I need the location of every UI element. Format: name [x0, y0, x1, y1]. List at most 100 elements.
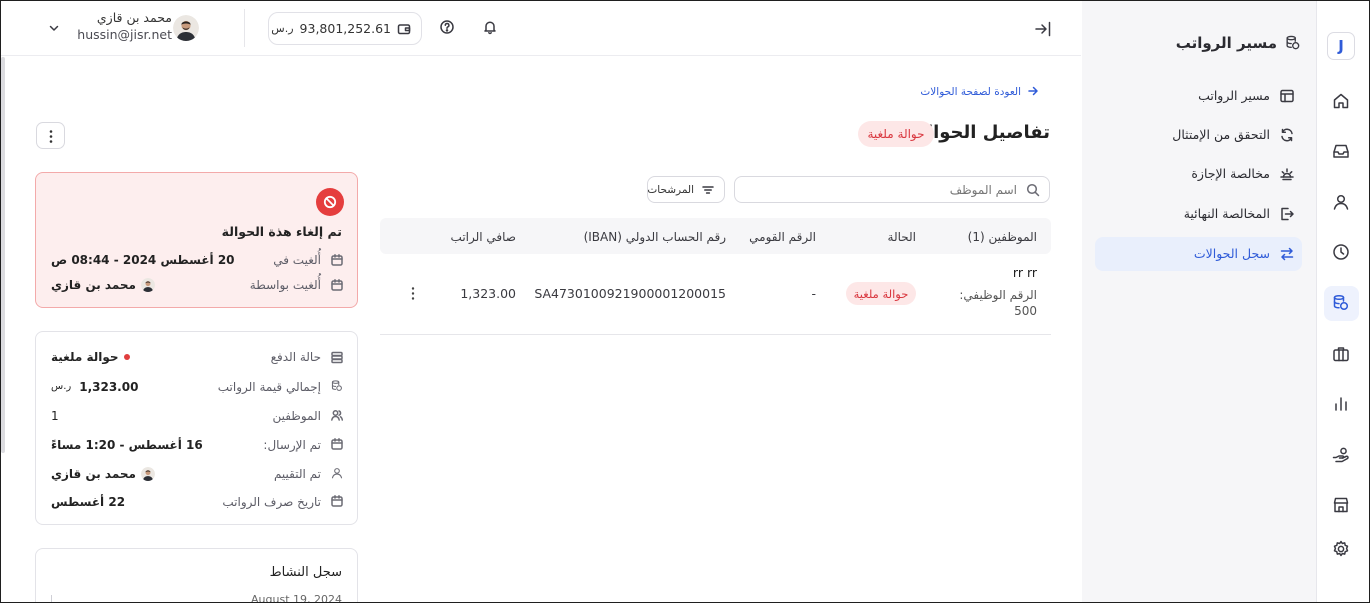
column-header-status[interactable]: الحالة [888, 229, 916, 245]
balance-currency: ر.س [271, 22, 294, 35]
collapse-sidebar-button[interactable] [1032, 18, 1054, 40]
payment-status-value: حوالة ملغية [51, 349, 130, 365]
cancelled-by-user[interactable]: محمد بن قازي [51, 277, 155, 293]
rail-inbox-button[interactable] [1330, 140, 1352, 162]
wallet-icon [397, 23, 411, 34]
app-logo[interactable]: J [1327, 32, 1355, 60]
page-title: تفاصيل الحوالة [915, 122, 1050, 143]
activity-log-card: سجل النشاط August 19, 2024 [35, 548, 358, 603]
rail-jobs-button[interactable] [1330, 343, 1352, 365]
evaluated-by-label: تم التقييم [273, 467, 321, 481]
cancelled-indicator [316, 188, 344, 216]
rail-time-button[interactable] [1330, 241, 1352, 263]
arrow-right-icon [1028, 86, 1038, 96]
avatar [140, 278, 155, 292]
hand-coins-icon [1332, 447, 1349, 463]
user-icon [331, 468, 343, 479]
employee-id-value: 500 [1014, 304, 1037, 318]
payout-date-label: تاريخ صرف الرواتب [222, 495, 321, 509]
filters-label: المرشحات [647, 184, 694, 196]
more-actions-button[interactable] [36, 122, 65, 149]
sidebar-item-label: مخالصة الإجازة [1191, 166, 1270, 181]
search-box [734, 176, 1050, 203]
row-actions-button[interactable] [406, 285, 420, 303]
user-menu-toggle[interactable] [47, 21, 63, 37]
sidebar-item-compliance[interactable]: التحقق من الإمتثال [1095, 118, 1302, 152]
refresh-icon [1281, 128, 1293, 142]
total-amount: 1,323.00 [79, 380, 139, 394]
timeline-line [51, 595, 52, 603]
help-button[interactable] [439, 19, 457, 37]
header-divider [244, 9, 245, 47]
payment-status-label: حالة الدفع [270, 350, 321, 364]
inbox-icon [1333, 144, 1349, 158]
avatar [140, 467, 155, 481]
app-window: J مسير الرواتب مسير الرواتب التحقق من ال… [0, 0, 1370, 603]
users-icon [331, 410, 344, 421]
home-icon [1333, 93, 1349, 109]
payment-status-text: حوالة ملغية [51, 350, 119, 364]
payroll-icon [331, 380, 342, 391]
calendar-icon [331, 438, 343, 450]
sidebar-item-payroll-run[interactable]: مسير الرواتب [1095, 79, 1302, 113]
employee-name[interactable]: rr rr [1013, 265, 1037, 281]
payroll-icon [1286, 35, 1300, 50]
sidebar-item-leave-settlement[interactable]: مخالصة الإجازة [1095, 157, 1302, 191]
rail-company-button[interactable] [1330, 494, 1352, 516]
status-dot [123, 354, 130, 360]
employees-count-value: 1 [51, 409, 59, 423]
sidebar-item-label: المخالصة النهائية [1183, 206, 1270, 221]
rail-payroll-button[interactable] [1330, 292, 1352, 314]
kebab-icon [49, 130, 53, 143]
row-status-badge: حوالة ملغية [846, 282, 916, 305]
rail-reports-button[interactable] [1330, 393, 1352, 415]
filters-button[interactable]: المرشحات [647, 176, 725, 203]
user-name: محمد بن قازي [96, 10, 172, 25]
column-header-net-salary[interactable]: صافي الراتب [451, 229, 516, 245]
rail-benefits-button[interactable] [1330, 444, 1352, 466]
total-salaries-value: 1,323.00 ر.س [51, 379, 138, 395]
rail-settings-button[interactable] [1330, 538, 1352, 560]
store-icon [1333, 497, 1349, 513]
rail-home-button[interactable] [1330, 90, 1352, 112]
search-input[interactable] [739, 179, 1017, 200]
sidebar-item-transfers-log[interactable]: سجل الحوالات [1095, 237, 1302, 271]
app-logo-letter: J [1338, 37, 1344, 55]
rail-employees-button[interactable] [1330, 191, 1352, 213]
user-icon [1333, 194, 1349, 210]
user-avatar[interactable] [173, 15, 199, 41]
calendar-icon [331, 279, 343, 291]
chevron-down-icon [49, 25, 59, 31]
employee-id-label: الرقم الوظيفي: [959, 288, 1037, 302]
clock-icon [1333, 244, 1349, 260]
transfer-arrows-icon [1280, 247, 1294, 261]
back-link[interactable]: العودة لصفحة الحوالات [920, 82, 1042, 102]
national-id: - [811, 286, 816, 301]
evaluated-by-user[interactable]: محمد بن قازي [51, 466, 155, 482]
notifications-button[interactable] [482, 19, 500, 37]
payroll-icon [1333, 294, 1349, 311]
collapse-icon [1035, 21, 1051, 37]
status-badge: حوالة ملغية [858, 121, 934, 147]
payroll-sidebar: مسير الرواتب مسير الرواتب التحقق من الإم… [1082, 0, 1316, 603]
net-salary-value: 1,323.00 [460, 286, 516, 301]
activity-entry-date: August 19, 2024 [251, 593, 342, 603]
search-icon [1026, 183, 1040, 197]
sidebar-title: مسير الرواتب [1175, 34, 1277, 52]
total-salaries-label: إجمالي قيمة الرواتب [217, 380, 321, 394]
sidebar-item-final-settlement[interactable]: المخالصة النهائية [1095, 197, 1302, 231]
wallet-balance[interactable]: 93,801,252.61 ر.س [268, 12, 422, 45]
sent-at-value: 16 أغسطس - 1:20 مساءً [51, 438, 203, 452]
total-currency: ر.س [51, 381, 72, 392]
table-icon [1280, 89, 1294, 103]
gear-icon [1333, 540, 1349, 557]
stack-icon [331, 351, 343, 364]
column-header-employees[interactable]: الموظفين (1) [968, 229, 1037, 245]
page-scrollbar[interactable] [1, 57, 5, 453]
cancelled-by-label: أُلغيت بواسطة [249, 278, 321, 292]
column-header-national-id[interactable]: الرقم القومي [749, 229, 816, 245]
sidebar-item-label: التحقق من الإمتثال [1172, 127, 1270, 142]
cancellation-card: تم إلغاء هذة الحوالة أُلغيت في 20 أغسطس … [35, 172, 358, 308]
column-header-iban[interactable]: رقم الحساب الدولي (IBAN) [584, 229, 726, 245]
user-email: hussin@jisr.net [77, 27, 172, 42]
